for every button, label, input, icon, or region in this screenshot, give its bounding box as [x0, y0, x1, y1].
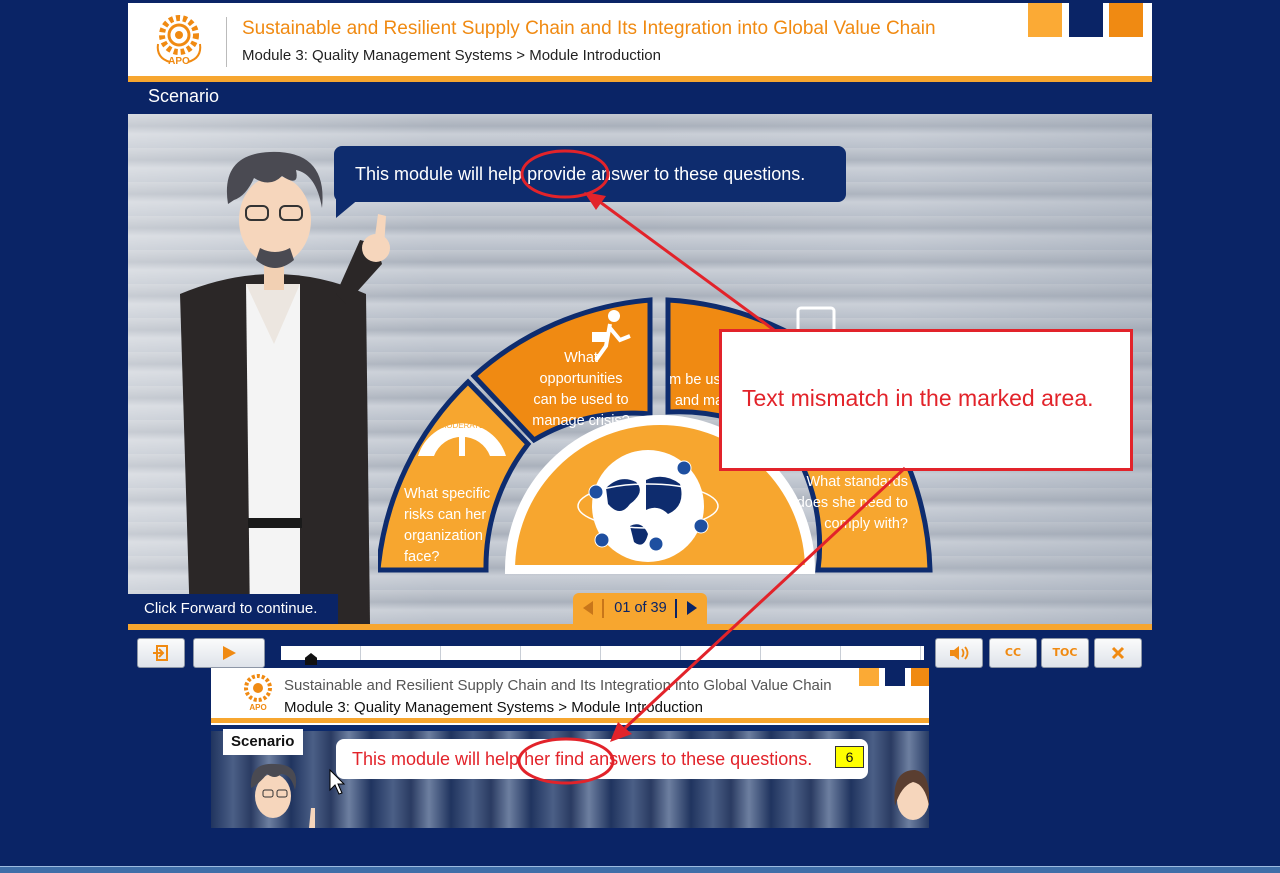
course-header: APO Sustainable and Resilient Supply Cha… — [128, 3, 1152, 82]
breadcrumb: Module 3: Quality Management Systems > M… — [242, 47, 661, 64]
question-risks: What specific risks can her organization… — [404, 486, 491, 565]
reference-breadcrumb: Module 3: Quality Management Systems > M… — [284, 699, 703, 716]
question-standards: What standards does she need to comply w… — [796, 474, 908, 532]
reference-badge: 6 — [835, 746, 864, 768]
reference-screenshot: APO Sustainable and Resilient Supply Cha… — [211, 668, 929, 828]
timeline-track[interactable] — [281, 646, 924, 660]
reference-presenter — [250, 763, 315, 828]
reference-accent-orange — [911, 668, 929, 686]
header-divider — [226, 17, 227, 67]
svg-text:APO: APO — [168, 56, 190, 66]
reference-accent-navy — [885, 668, 905, 686]
presenter-character — [180, 151, 390, 624]
play-button[interactable] — [193, 638, 265, 668]
slide-counter: 01 of 39 — [614, 600, 667, 616]
closed-captions-button[interactable]: CC — [989, 638, 1037, 668]
accent-square-orange — [1109, 3, 1143, 37]
reference-accent-light — [859, 668, 879, 686]
taskbar — [0, 866, 1280, 873]
course-title: Sustainable and Resilient Supply Chain a… — [242, 18, 936, 39]
svg-text:MODERATE: MODERATE — [440, 421, 485, 430]
reference-speech-bubble: This module will help her find answers t… — [336, 739, 868, 779]
annotation-callout: Text mismatch in the marked area. — [719, 329, 1133, 471]
speaker-icon — [950, 646, 969, 660]
hint-bar: Click Forward to continue. — [128, 594, 338, 624]
play-icon — [223, 646, 236, 660]
speech-bubble: This module will help provide answer to … — [334, 146, 846, 202]
prev-slide-icon[interactable] — [583, 601, 593, 615]
pager-divider-right — [675, 599, 677, 618]
reference-apo-logo: APO — [244, 674, 272, 712]
reference-course-title: Sustainable and Resilient Supply Chain a… — [284, 677, 832, 694]
close-icon — [1111, 646, 1125, 660]
svg-text:APO: APO — [249, 703, 266, 712]
accent-square-navy — [1069, 3, 1103, 37]
table-of-contents-button[interactable]: TOC — [1041, 638, 1089, 668]
section-title: Scenario — [148, 86, 220, 106]
exit-button[interactable] — [137, 638, 185, 668]
question-opportunities: What opportunities can be used to manage… — [532, 350, 630, 429]
volume-button[interactable] — [935, 638, 983, 668]
exit-icon — [153, 645, 168, 661]
apo-logo: APO — [156, 15, 202, 66]
next-slide-icon[interactable] — [687, 601, 697, 615]
reference-header-line — [211, 718, 929, 723]
slide-pager: 01 of 39 — [573, 593, 707, 624]
accent-square-light — [1028, 3, 1062, 37]
close-button[interactable] — [1094, 638, 1142, 668]
reference-second-character — [894, 770, 929, 820]
reference-section-title: Scenario — [223, 729, 303, 755]
scene-divider — [128, 624, 1152, 630]
